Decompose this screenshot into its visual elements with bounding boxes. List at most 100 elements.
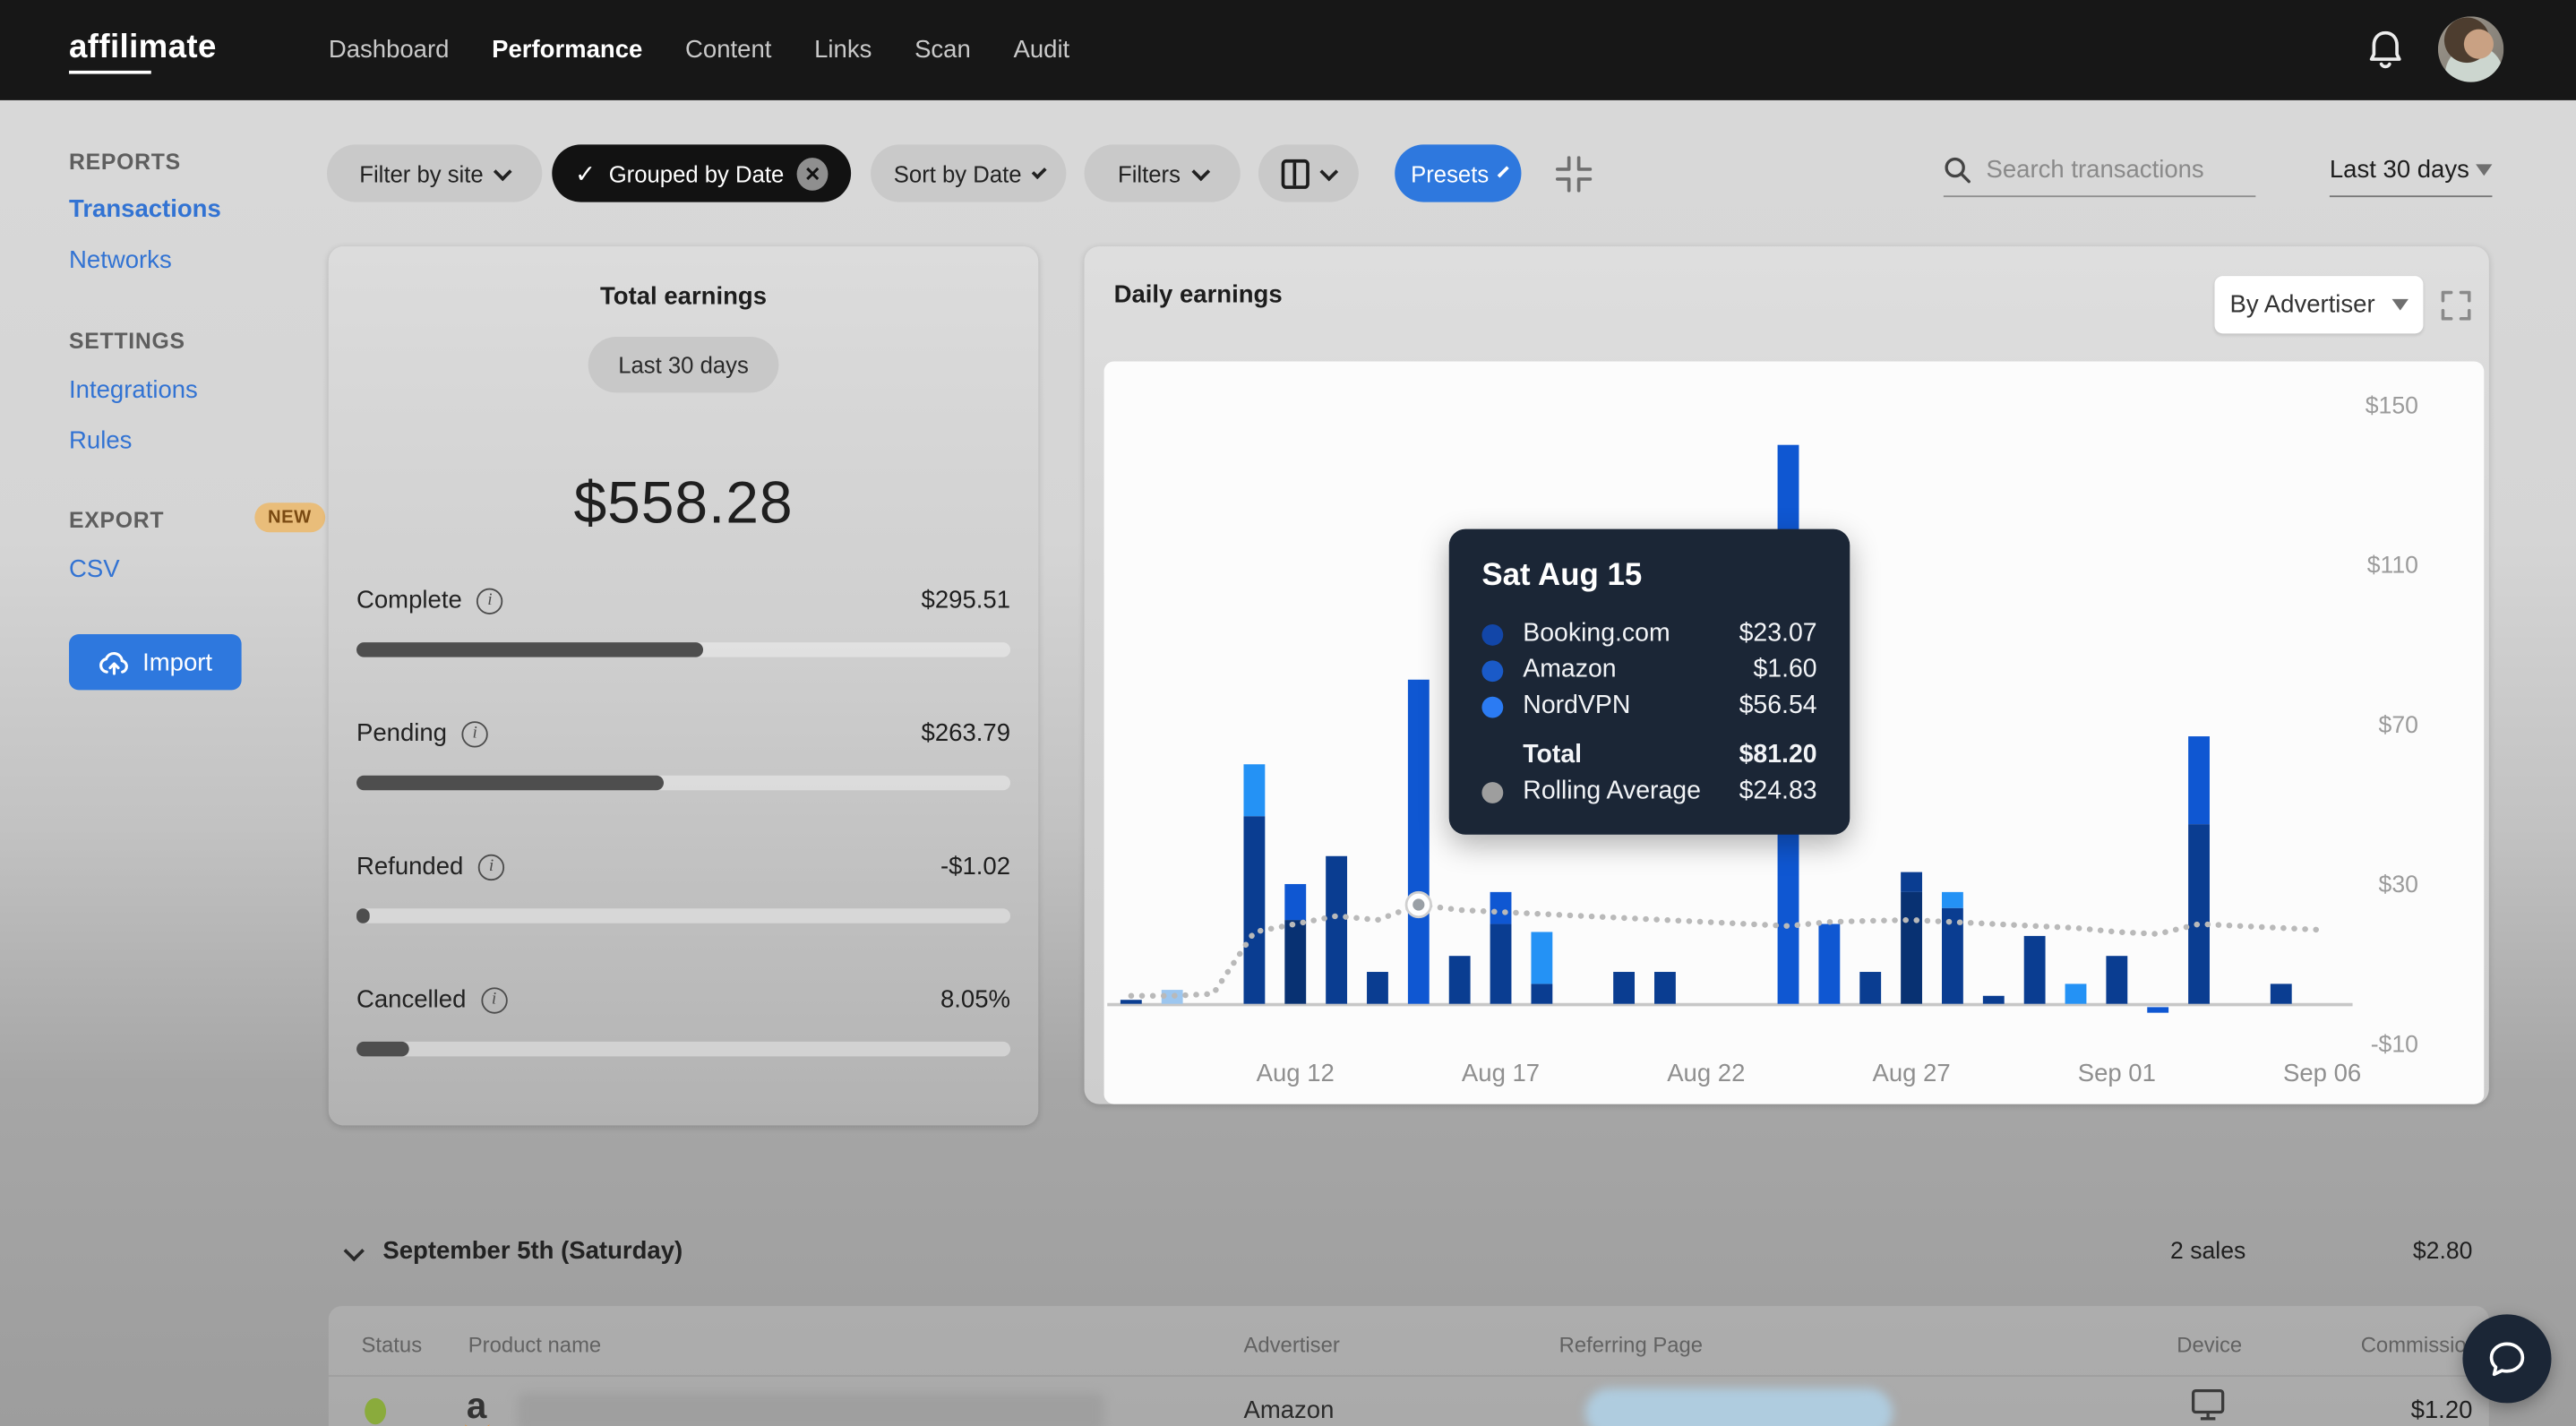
svg-text:Aug 17: Aug 17	[1462, 1059, 1540, 1087]
nav-item-links[interactable]: Links	[814, 36, 872, 64]
progress-track	[356, 775, 1011, 791]
day-group-header[interactable]: September 5th (Saturday) 2 sales $2.80	[329, 1233, 2489, 1278]
svg-text:$150: $150	[2366, 391, 2418, 418]
col-header-advertiser[interactable]: Advertiser	[1243, 1333, 1339, 1358]
progress-track	[356, 908, 1011, 923]
app-root: affilimate Dashboard Performance Content…	[0, 0, 2576, 1426]
transactions-table: Status Product name Advertiser Referring…	[328, 1306, 2489, 1426]
sidebar-item-csv[interactable]: CSV	[69, 555, 120, 583]
user-avatar[interactable]	[2437, 16, 2504, 82]
referring-page-redacted	[1584, 1387, 1893, 1426]
chart-title: Daily earnings	[1113, 280, 1283, 309]
progress-track	[356, 642, 1011, 657]
check-icon: ✓	[574, 159, 597, 189]
group-by-select[interactable]: By Advertiser	[2214, 276, 2424, 334]
remove-grouping-icon[interactable]: ✕	[796, 157, 829, 190]
earnings-row-complete: Complete i $295.51	[356, 587, 1010, 679]
col-header-product-name[interactable]: Product name	[468, 1333, 601, 1358]
filters-dropdown[interactable]: Filters	[1084, 144, 1241, 202]
sidebar-heading-export: EXPORT NEW	[69, 503, 325, 533]
collapse-icon[interactable]	[1555, 156, 1593, 193]
col-header-device[interactable]: Device	[2177, 1333, 2242, 1358]
info-icon[interactable]: i	[477, 853, 505, 881]
top-nav: affilimate Dashboard Performance Content…	[0, 0, 2576, 100]
tooltip-average-row: Rolling Average $24.83	[1481, 774, 1817, 810]
progress-fill	[356, 642, 703, 657]
import-button[interactable]: Import	[69, 633, 242, 691]
desktop-device-icon	[2191, 1388, 2225, 1421]
col-header-referring-page[interactable]: Referring Page	[1559, 1333, 1703, 1358]
sort-by-date-dropdown[interactable]: Sort by Date	[871, 144, 1067, 202]
row-divider	[328, 1375, 2489, 1378]
status-dot-complete	[365, 1397, 387, 1425]
search-input[interactable]	[1986, 156, 2233, 185]
series-dot-nordvpn	[1481, 695, 1504, 717]
chevron-down-icon	[1498, 165, 1510, 177]
nav-item-content[interactable]: Content	[685, 36, 771, 64]
total-earnings-value: $558.28	[573, 468, 794, 536]
chevron-down-icon	[494, 161, 513, 181]
series-dot-amazon	[1481, 659, 1504, 682]
progress-fill	[356, 775, 665, 791]
day-group-title: September 5th (Saturday)	[382, 1237, 683, 1266]
svg-text:Aug 22: Aug 22	[1667, 1059, 1745, 1087]
search-icon	[1945, 157, 1971, 184]
support-chat-button[interactable]	[2462, 1314, 2552, 1404]
tooltip-row: NordVPN $56.54	[1481, 689, 1817, 725]
day-group-amount: $2.80	[2412, 1238, 2473, 1266]
svg-text:$30: $30	[2379, 871, 2418, 898]
progress-track	[356, 1041, 1011, 1057]
new-badge: NEW	[254, 503, 325, 533]
tooltip-total-row: Total $81.20	[1523, 741, 1817, 769]
period-pill: Last 30 days	[588, 337, 778, 393]
col-header-commission[interactable]: Commission	[2361, 1333, 2478, 1358]
svg-text:-$10: -$10	[2371, 1030, 2418, 1057]
info-icon[interactable]: i	[477, 587, 503, 614]
info-icon[interactable]: i	[461, 720, 488, 747]
svg-text:$70: $70	[2379, 711, 2418, 738]
grouped-by-date-chip[interactable]: ✓ Grouped by Date ✕	[552, 144, 852, 202]
svg-text:Aug 12: Aug 12	[1257, 1059, 1335, 1087]
nav-item-performance[interactable]: Performance	[492, 36, 642, 64]
main-menu: Dashboard Performance Content Links Scan…	[329, 36, 1069, 64]
product-name-redacted	[517, 1393, 1104, 1426]
col-header-status[interactable]: Status	[362, 1333, 423, 1358]
expand-icon[interactable]	[2441, 290, 2471, 321]
svg-text:Sep 01: Sep 01	[2078, 1059, 2156, 1087]
nav-item-dashboard[interactable]: Dashboard	[329, 36, 450, 64]
amazon-logo: a	[466, 1385, 487, 1426]
chevron-down-icon	[1031, 163, 1047, 179]
chevron-down-icon	[1190, 161, 1210, 181]
commission-cell: $1.20	[2410, 1396, 2473, 1425]
date-range-select[interactable]: Last 30 days	[2329, 144, 2493, 198]
dropdown-arrow-icon	[2391, 298, 2409, 311]
chevron-down-icon	[1319, 161, 1339, 181]
notifications-bell-icon[interactable]	[2366, 30, 2405, 73]
svg-text:$110: $110	[2367, 552, 2418, 579]
chart-tooltip: Sat Aug 15 Booking.com $23.07 Amazon $1.60…	[1448, 528, 1850, 835]
nav-item-scan[interactable]: Scan	[914, 36, 971, 64]
progress-fill	[356, 1041, 409, 1057]
chevron-down-icon	[343, 1241, 365, 1262]
columns-icon	[1281, 158, 1310, 189]
earnings-row-cancelled: Cancelled i 8.05%	[356, 986, 1010, 1078]
sidebar-item-integrations[interactable]: Integrations	[69, 376, 198, 404]
nav-item-audit[interactable]: Audit	[1013, 36, 1069, 64]
filter-by-site-dropdown[interactable]: Filter by site	[327, 144, 543, 202]
svg-text:Sep 06: Sep 06	[2283, 1059, 2361, 1087]
sidebar-item-networks[interactable]: Networks	[69, 246, 172, 274]
day-group-sales-count: 2 sales	[2170, 1238, 2246, 1266]
presets-dropdown[interactable]: Presets	[1395, 144, 1522, 202]
tooltip-date: Sat Aug 15	[1481, 558, 1643, 594]
card-title: Total earnings	[600, 282, 768, 311]
series-dot-booking	[1481, 623, 1504, 645]
columns-dropdown[interactable]	[1258, 144, 1359, 202]
app-logo[interactable]: affilimate	[69, 30, 217, 74]
sidebar-item-rules[interactable]: Rules	[69, 427, 132, 455]
cloud-upload-icon	[99, 651, 128, 674]
chat-bubble-icon	[2489, 1341, 2525, 1376]
earnings-row-pending: Pending i $263.79	[356, 719, 1010, 812]
dropdown-arrow-icon	[2476, 164, 2493, 176]
total-earnings-card: Total earnings Last 30 days $558.28 Comp…	[328, 246, 1039, 1126]
info-icon[interactable]: i	[480, 986, 508, 1013]
